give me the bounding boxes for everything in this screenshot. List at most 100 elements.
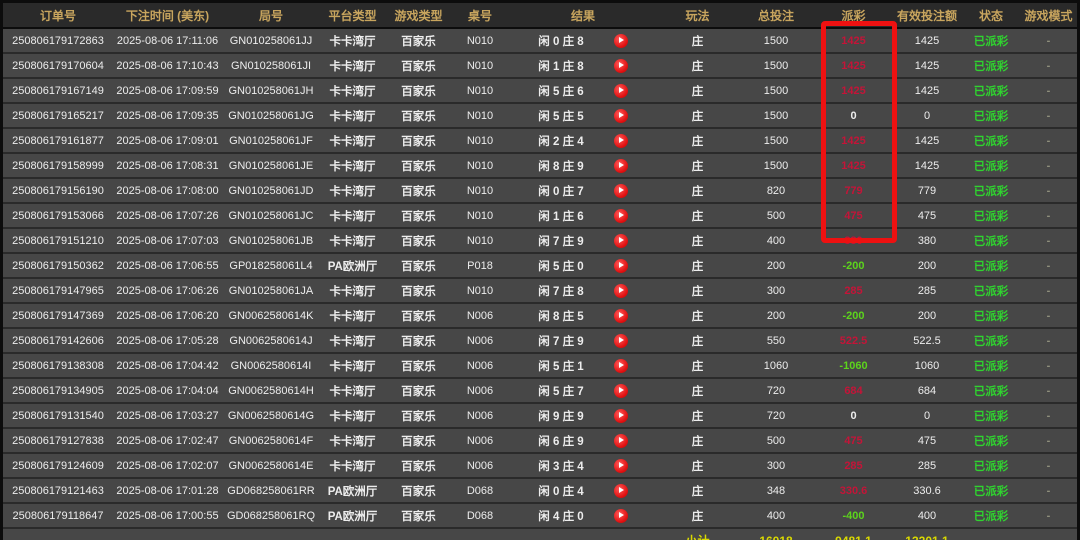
cell-platform: 卡卡湾厅 <box>320 53 385 78</box>
play-icon[interactable] <box>614 259 628 273</box>
cell-round_no: GN0062580614H <box>222 378 320 403</box>
cell-total_bet: 400 <box>737 503 815 528</box>
table-row: 2508061791426062025-08-06 17:05:28GN0062… <box>3 328 1077 353</box>
play-icon[interactable] <box>614 234 628 248</box>
play-icon[interactable] <box>614 84 628 98</box>
cell-table_no: N010 <box>452 53 508 78</box>
play-icon[interactable] <box>614 309 628 323</box>
cell-valid_bet: 1425 <box>892 53 962 78</box>
cell-platform: 卡卡湾厅 <box>320 428 385 453</box>
cell-valid_bet: 1425 <box>892 128 962 153</box>
play-icon[interactable] <box>614 359 628 373</box>
cell-order_no: 250806179167149 <box>3 78 113 103</box>
cell-valid_bet: 779 <box>892 178 962 203</box>
cell-result: 闲 7 庄 9 <box>508 328 658 353</box>
cell-game_type: 百家乐 <box>385 478 452 503</box>
result-text: 闲 9 庄 9 <box>538 408 583 424</box>
cell-valid_bet: 684 <box>892 378 962 403</box>
cell-table_no: N010 <box>452 78 508 103</box>
cell-status: 已派彩 <box>962 478 1020 503</box>
result-text: 闲 7 庄 8 <box>538 283 583 299</box>
cell-mode: - <box>1020 128 1077 153</box>
cell-total_bet: 1500 <box>737 103 815 128</box>
cell-order_no: 250806179127838 <box>3 428 113 453</box>
cell-mode: - <box>1020 53 1077 78</box>
play-icon[interactable] <box>614 209 628 223</box>
records-body: 2508061791728632025-08-06 17:11:06GN0102… <box>3 28 1077 540</box>
cell-order_no: 250806179153066 <box>3 203 113 228</box>
cell-table_no: P018 <box>452 253 508 278</box>
cell-order_no: 250806179131540 <box>3 403 113 428</box>
cell-result: 闲 1 庄 8 <box>508 53 658 78</box>
play-icon[interactable] <box>614 409 628 423</box>
cell-platform: 卡卡湾厅 <box>320 203 385 228</box>
play-icon[interactable] <box>614 434 628 448</box>
cell-round_no: GN010258061JF <box>222 128 320 153</box>
play-icon[interactable] <box>614 284 628 298</box>
cell-status: 已派彩 <box>962 378 1020 403</box>
subtotal-status-empty <box>962 528 1020 540</box>
cell-payout: 1425 <box>815 128 892 153</box>
result-text: 闲 5 庄 1 <box>538 358 583 374</box>
play-icon[interactable] <box>614 159 628 173</box>
play-icon[interactable] <box>614 334 628 348</box>
cell-game_type: 百家乐 <box>385 78 452 103</box>
play-icon[interactable] <box>614 134 628 148</box>
column-header-payout: 派彩 <box>815 3 892 28</box>
result-text: 闲 1 庄 8 <box>538 58 583 74</box>
cell-table_no: N010 <box>452 178 508 203</box>
cell-round_no: GN010258061JB <box>222 228 320 253</box>
cell-platform: 卡卡湾厅 <box>320 228 385 253</box>
cell-bet_time: 2025-08-06 17:04:42 <box>113 353 222 378</box>
play-icon[interactable] <box>614 34 628 48</box>
cell-result: 闲 5 庄 0 <box>508 253 658 278</box>
cell-bet_time: 2025-08-06 17:03:27 <box>113 403 222 428</box>
cell-payout: 0 <box>815 403 892 428</box>
cell-mode: - <box>1020 28 1077 53</box>
play-icon[interactable] <box>614 384 628 398</box>
cell-total_bet: 720 <box>737 403 815 428</box>
cell-play_type: 庄 <box>658 278 737 303</box>
cell-order_no: 250806179147369 <box>3 303 113 328</box>
cell-payout: -1060 <box>815 353 892 378</box>
cell-mode: - <box>1020 278 1077 303</box>
header-row: 订单号下注时间 (美东)局号平台类型游戏类型桌号结果玩法总投注派彩有效投注额状态… <box>3 3 1077 28</box>
cell-game_type: 百家乐 <box>385 103 452 128</box>
cell-payout: 684 <box>815 378 892 403</box>
play-icon[interactable] <box>614 184 628 198</box>
cell-result: 闲 7 庄 9 <box>508 228 658 253</box>
cell-table_no: N006 <box>452 353 508 378</box>
cell-total_bet: 300 <box>737 278 815 303</box>
cell-platform: 卡卡湾厅 <box>320 353 385 378</box>
result-text: 闲 5 庄 0 <box>538 258 583 274</box>
cell-total_bet: 348 <box>737 478 815 503</box>
records-table: 订单号下注时间 (美东)局号平台类型游戏类型桌号结果玩法总投注派彩有效投注额状态… <box>3 3 1077 540</box>
cell-game_type: 百家乐 <box>385 228 452 253</box>
subtotal-result-empty <box>508 528 658 540</box>
cell-result: 闲 0 庄 4 <box>508 478 658 503</box>
cell-round_no: GN010258061JH <box>222 78 320 103</box>
cell-game_type: 百家乐 <box>385 303 452 328</box>
cell-play_type: 庄 <box>658 378 737 403</box>
result-text: 闲 8 庄 5 <box>538 308 583 324</box>
cell-status: 已派彩 <box>962 178 1020 203</box>
cell-bet_time: 2025-08-06 17:11:06 <box>113 28 222 53</box>
result-text: 闲 7 庄 9 <box>538 233 583 249</box>
cell-platform: 卡卡湾厅 <box>320 328 385 353</box>
subtotal-game_type-empty <box>385 528 452 540</box>
result-text: 闲 8 庄 9 <box>538 158 583 174</box>
table-row: 2508061791728632025-08-06 17:11:06GN0102… <box>3 28 1077 53</box>
cell-platform: 卡卡湾厅 <box>320 278 385 303</box>
cell-order_no: 250806179134905 <box>3 378 113 403</box>
play-icon[interactable] <box>614 59 628 73</box>
cell-status: 已派彩 <box>962 103 1020 128</box>
play-icon[interactable] <box>614 109 628 123</box>
cell-table_no: N010 <box>452 28 508 53</box>
cell-table_no: N006 <box>452 428 508 453</box>
cell-mode: - <box>1020 153 1077 178</box>
play-icon[interactable] <box>614 459 628 473</box>
play-icon[interactable] <box>614 484 628 498</box>
play-icon[interactable] <box>614 509 628 523</box>
subtotal-round_no-empty <box>222 528 320 540</box>
cell-bet_time: 2025-08-06 17:02:47 <box>113 428 222 453</box>
